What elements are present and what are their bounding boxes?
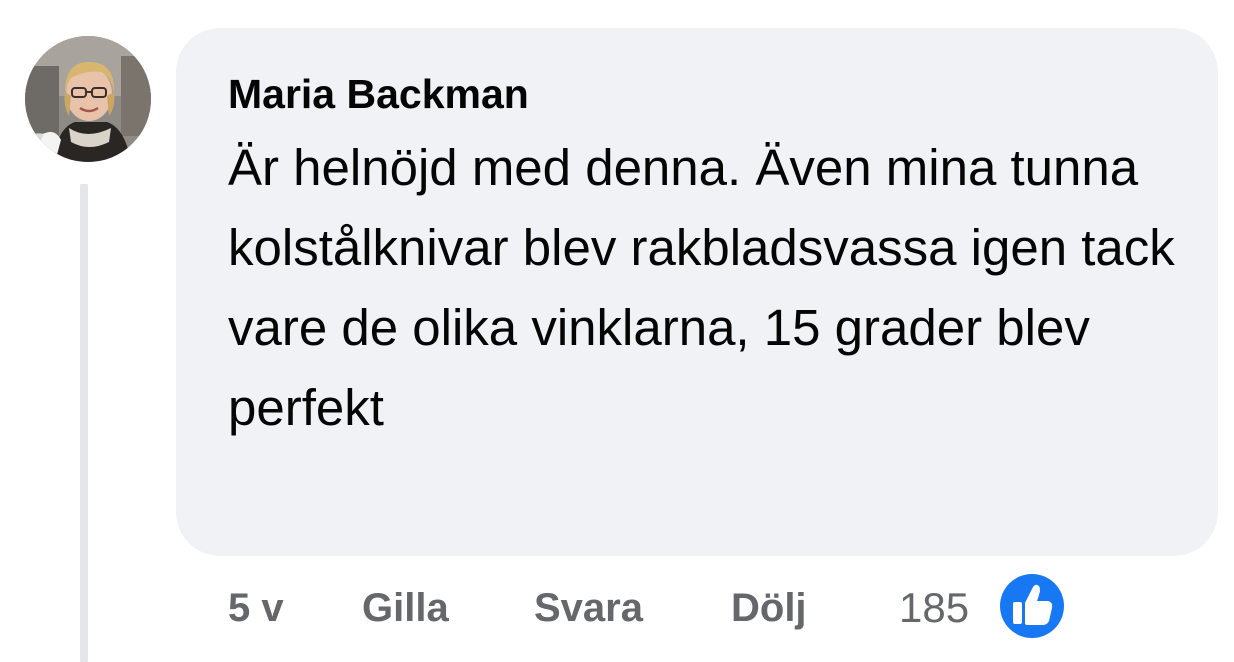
comment-bubble: Maria Backman Är helnöjd med denna. Även… (176, 28, 1218, 556)
hide-button[interactable]: Dölj (731, 580, 807, 636)
reply-button[interactable]: Svara (534, 580, 643, 636)
avatar-photo (25, 36, 151, 162)
like-button[interactable]: Gilla (362, 580, 449, 636)
thumbs-up-icon[interactable] (994, 568, 1070, 644)
reply-thread-line (80, 184, 88, 662)
comment-text: Är helnöjd med denna. Även mina tunna ko… (228, 139, 1175, 436)
comment-author[interactable]: Maria Backman (228, 66, 529, 122)
avatar[interactable] (25, 36, 151, 162)
reaction-count[interactable]: 185 (899, 580, 969, 636)
comment-timestamp[interactable]: 5 v (228, 580, 284, 636)
